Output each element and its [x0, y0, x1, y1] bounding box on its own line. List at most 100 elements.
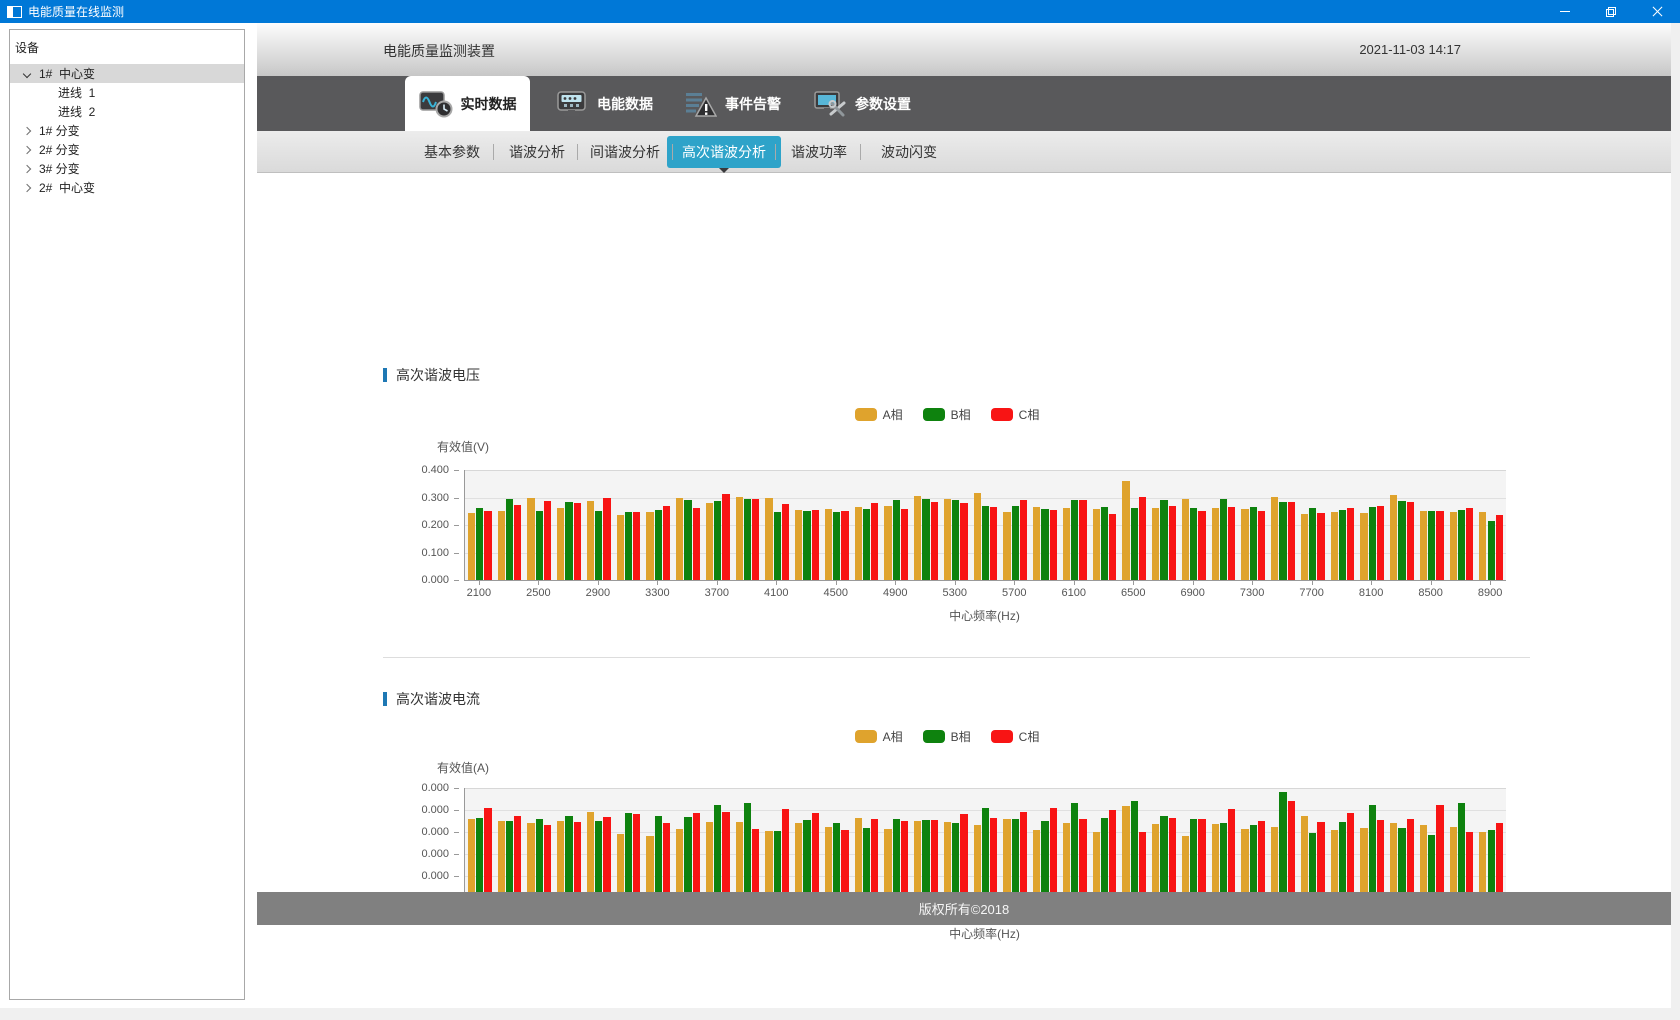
bar-phase-c — [603, 817, 610, 898]
bar-phase-b — [1339, 510, 1346, 580]
bar-phase-a — [855, 818, 862, 898]
sub-tab-5[interactable]: 谐波功率 — [776, 131, 862, 173]
bar-phase-a — [1331, 830, 1338, 898]
x-tick-label: 5300 — [943, 587, 967, 599]
x-tick-mark — [479, 581, 480, 585]
legend-item[interactable]: A相 — [855, 406, 903, 423]
gridline — [465, 788, 1506, 789]
tree-item-label: 进线 1 — [38, 84, 95, 101]
tree-item[interactable]: 进线 1 — [10, 83, 244, 102]
bar-phase-c — [1347, 813, 1354, 898]
bar-phase-c — [871, 503, 878, 580]
bar-phase-b — [1428, 835, 1435, 898]
legend-item[interactable]: C相 — [991, 728, 1040, 745]
voltage-bar-chart — [464, 470, 1506, 581]
energy-data-icon — [555, 90, 589, 118]
bar-phase-a — [676, 829, 683, 898]
bar-phase-c — [931, 820, 938, 898]
y-tick-label: 0.000 — [387, 848, 449, 860]
tree-item[interactable]: 2# 中心变 — [10, 178, 244, 197]
tree-spacer — [24, 90, 29, 95]
x-tick-mark — [717, 581, 718, 585]
legend-swatch — [923, 730, 945, 743]
x-tick-label: 4100 — [764, 587, 788, 599]
main-tab-1[interactable]: 实时数据 — [405, 76, 530, 131]
bar-phase-c — [1466, 832, 1473, 898]
bar-phase-a — [557, 508, 564, 580]
device-tree: 1# 中心变进线 1进线 21# 分变2# 分变3# 分变2# 中心变 — [10, 64, 244, 197]
bar-phase-c — [1317, 822, 1324, 898]
minimize-button[interactable] — [1542, 0, 1588, 23]
main-tab-2[interactable]: 电能数据 — [555, 76, 653, 131]
bar-phase-a — [617, 515, 624, 580]
bar-phase-a — [527, 823, 534, 898]
tree-item[interactable]: 2# 分变 — [10, 140, 244, 159]
x-tick-mark — [1490, 581, 1491, 585]
y-tick-mark — [454, 470, 459, 471]
bar-phase-b — [1369, 805, 1376, 899]
bar-phase-a — [1271, 497, 1278, 580]
main-tab-label: 实时数据 — [461, 94, 517, 114]
sub-tab-separator — [775, 144, 776, 160]
legend-item[interactable]: B相 — [923, 406, 971, 423]
bar-phase-a — [795, 823, 802, 898]
chevron-right-icon[interactable] — [23, 164, 31, 172]
bar-phase-c — [633, 512, 640, 580]
legend-item[interactable]: C相 — [991, 406, 1040, 423]
bar-phase-a — [825, 509, 832, 581]
voltage-y-axis-title: 有效值(V) — [437, 438, 489, 455]
sub-tab-3[interactable]: 间谐波分析 — [575, 131, 675, 173]
main-tab-3[interactable]: 事件告警 — [683, 76, 781, 131]
bar-phase-b — [1369, 507, 1376, 580]
bar-phase-b — [1041, 821, 1048, 898]
x-tick-label: 8900 — [1478, 587, 1502, 599]
x-tick-label: 4900 — [883, 587, 907, 599]
bar-phase-c — [574, 822, 581, 898]
sub-tab-label: 间谐波分析 — [575, 136, 675, 168]
bar-phase-a — [1450, 827, 1457, 899]
sub-tab-4[interactable]: 高次谐波分析 — [667, 131, 781, 173]
bar-phase-c — [990, 507, 997, 580]
bar-phase-b — [595, 511, 602, 580]
bar-phase-a — [557, 821, 564, 898]
sub-tab-2[interactable]: 谐波分析 — [494, 131, 580, 173]
bar-phase-b — [863, 828, 870, 898]
chevron-down-icon[interactable] — [23, 69, 31, 77]
footer: 版权所有©2018 — [257, 892, 1671, 925]
x-tick-label: 8500 — [1418, 587, 1442, 599]
sub-tab-6[interactable]: 波动闪变 — [866, 131, 952, 173]
bar-phase-a — [765, 831, 772, 898]
x-tick-mark — [895, 581, 896, 585]
legend-item[interactable]: B相 — [923, 728, 971, 745]
bar-phase-c — [603, 498, 610, 581]
chevron-right-icon[interactable] — [23, 145, 31, 153]
x-tick-mark — [1014, 581, 1015, 585]
tree-item[interactable]: 1# 分变 — [10, 121, 244, 140]
bar-phase-a — [706, 822, 713, 898]
x-tick-mark — [955, 581, 956, 585]
y-tick-label: 0.000 — [387, 574, 449, 586]
legend-item[interactable]: A相 — [855, 728, 903, 745]
restore-button[interactable] — [1588, 0, 1634, 23]
tree-item[interactable]: 3# 分变 — [10, 159, 244, 178]
bar-phase-b — [1071, 803, 1078, 898]
chevron-right-icon[interactable] — [23, 126, 31, 134]
bar-phase-a — [1331, 512, 1338, 580]
x-tick-label: 6100 — [1061, 587, 1085, 599]
app-icon — [7, 6, 22, 18]
bar-phase-a — [1122, 481, 1129, 580]
bar-phase-b — [714, 501, 721, 580]
close-button[interactable] — [1634, 0, 1680, 23]
legend-swatch — [991, 408, 1013, 421]
main-tab-4[interactable]: 参数设置 — [813, 76, 911, 131]
bar-phase-a — [1063, 508, 1070, 580]
sub-tab-separator — [493, 144, 494, 160]
sub-tab-1[interactable]: 基本参数 — [409, 131, 495, 173]
tree-item[interactable]: 1# 中心变 — [10, 64, 244, 83]
tree-item[interactable]: 进线 2 — [10, 102, 244, 121]
y-tick-mark — [454, 854, 459, 855]
chevron-right-icon[interactable] — [23, 183, 31, 191]
bar-phase-a — [706, 503, 713, 580]
bar-phase-b — [1160, 500, 1167, 580]
bar-phase-b — [863, 509, 870, 580]
